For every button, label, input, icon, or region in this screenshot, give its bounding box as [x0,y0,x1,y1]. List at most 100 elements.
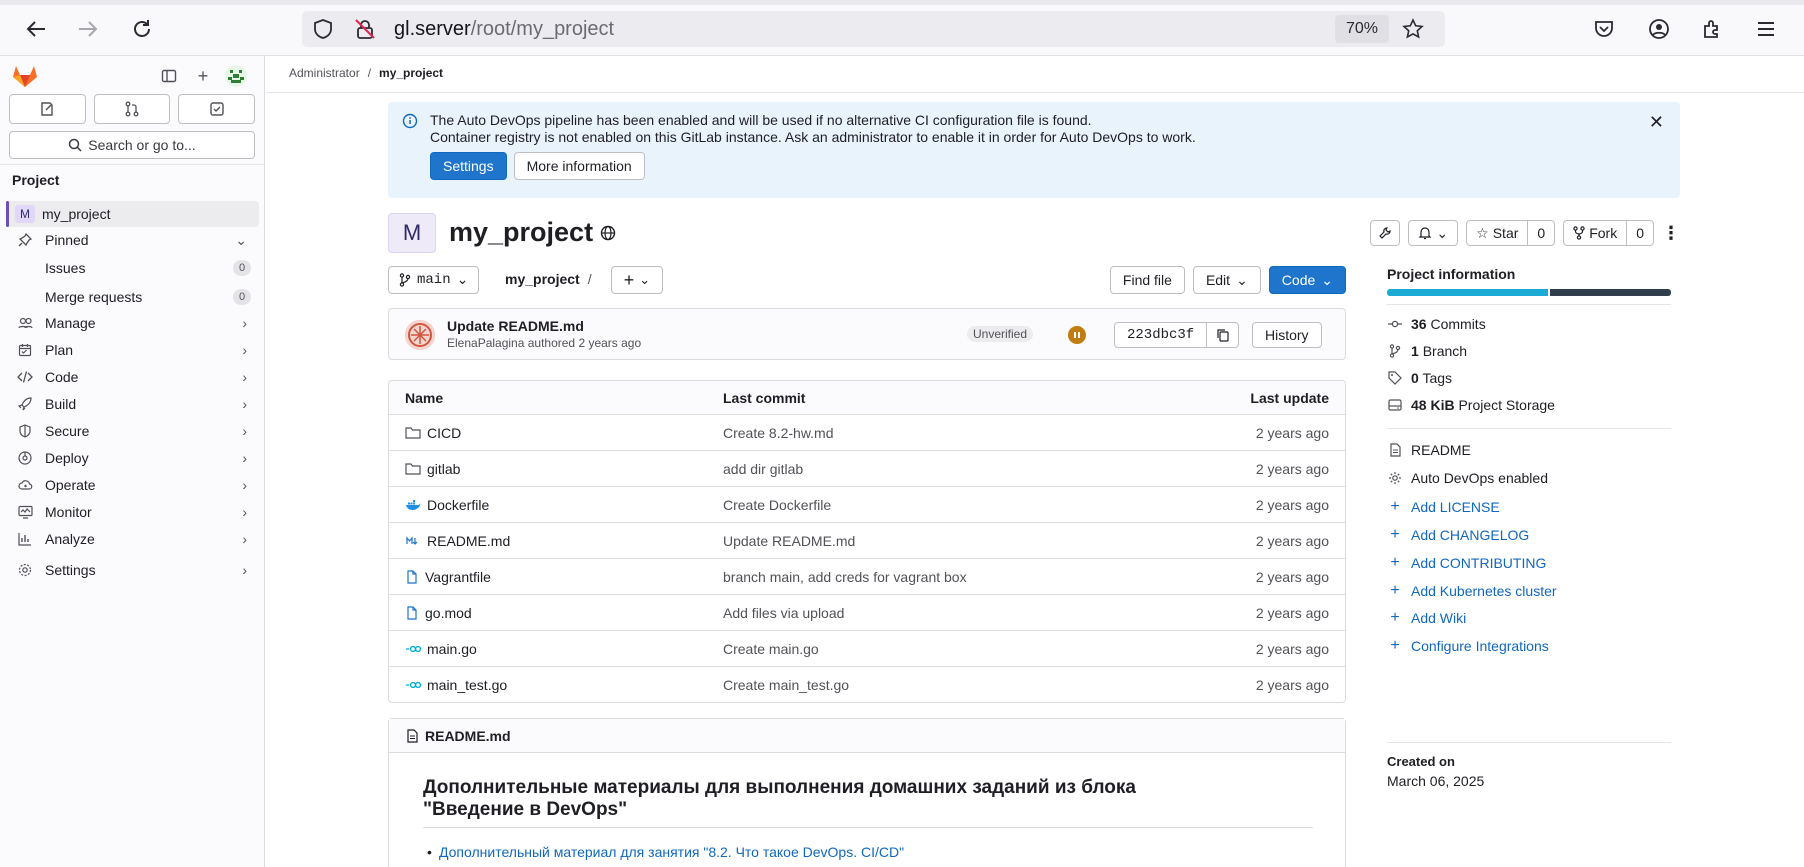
fork-count[interactable]: 0 [1626,221,1653,245]
more-actions-button[interactable]: ⋮ [1662,220,1680,246]
table-row[interactable]: main_test.go Create main_test.go 2 years a… [389,666,1345,702]
shield-tracking-icon[interactable] [312,18,334,40]
insecure-lock-icon[interactable] [354,18,376,40]
file-name-cell[interactable]: main.go [405,641,477,657]
file-last-commit[interactable]: branch main, add creds for vagrant box [723,569,967,585]
sidebar-item-deploy[interactable]: Deploy › [6,445,259,471]
user-avatar-button[interactable] [224,64,248,88]
history-button[interactable]: History [1252,322,1322,348]
search-button[interactable]: Search or go to... [9,131,255,159]
readme-link-sidebar[interactable]: README [1387,442,1471,458]
sidebar-item-project[interactable]: M my_project [6,201,259,227]
info-link-add-changelog[interactable]: + Add CHANGELOG [1387,526,1529,544]
file-name-cell[interactable]: README.md [405,533,510,549]
add-to-tree-dropdown[interactable]: + ⌄ [611,266,663,294]
file-last-commit[interactable]: Create Dockerfile [723,497,831,513]
todo-list-button[interactable] [178,94,256,124]
commit-sha[interactable]: 223dbc3f [1115,323,1206,347]
info-link-add-license[interactable]: + Add LICENSE [1387,498,1499,516]
star-button[interactable]: ☆ Star [1467,221,1527,245]
file-name-cell[interactable]: Dockerfile [405,497,489,513]
file-name-cell[interactable]: CICD [405,425,461,441]
unverified-badge[interactable]: Unverified [967,326,1034,342]
storage-link[interactable]: 48 KiB Project Storage [1387,397,1555,413]
file-last-commit[interactable]: add dir gitlab [723,461,803,477]
author-avatar[interactable] [405,320,435,350]
sidebar-item-merge-requests[interactable]: Merge requests 0 [6,284,259,310]
table-row[interactable]: Dockerfile Create Dockerfile 2 years ago [389,486,1345,522]
breadcrumb-current[interactable]: my_project [379,66,443,80]
close-alert-button[interactable]: ✕ [1649,112,1664,133]
table-row[interactable]: CICD Create 8.2-hw.md 2 years ago [389,414,1345,450]
file-name-cell[interactable]: go.mod [405,605,472,621]
create-new-button[interactable]: + [191,64,215,88]
account-button[interactable] [1644,14,1674,44]
find-file-button[interactable]: Find file [1109,266,1185,294]
file-name-cell[interactable]: gitlab [405,461,460,477]
admin-settings-button[interactable] [1370,220,1401,246]
table-row[interactable]: README.md Update README.md 2 years ago [389,522,1345,558]
zoom-level-badge[interactable]: 70% [1335,15,1389,43]
extensions-button[interactable] [1697,14,1727,44]
file-name-cell[interactable]: Vagrantfile [405,569,491,585]
code-dropdown[interactable]: Code ⌄ [1268,266,1346,294]
url-text[interactable]: gl.server/root/my_project [394,18,614,41]
sidebar-item-monitor[interactable]: Monitor › [6,499,259,525]
table-row[interactable]: go.mod Add files via upload 2 years ago [389,594,1345,630]
file-last-commit[interactable]: Create main_test.go [723,677,849,693]
forward-button[interactable] [72,14,104,44]
pocket-button[interactable] [1589,14,1619,44]
auto-devops-link[interactable]: Auto DevOps enabled [1387,470,1548,486]
table-row[interactable]: Vagrantfile branch main, add creds for va… [389,558,1345,594]
branches-link[interactable]: 1 Branch [1387,343,1467,359]
url-bar[interactable]: gl.server/root/my_project 70% [302,11,1445,47]
settings-button[interactable]: Settings [430,152,507,180]
info-link-add-wiki[interactable]: + Add Wiki [1387,609,1466,627]
sidebar-item-issues[interactable]: Issues 0 [6,255,259,281]
table-row[interactable]: main.go Create main.go 2 years ago [389,630,1345,666]
pipeline-status-icon[interactable] [1068,326,1086,344]
file-name-cell[interactable]: main_test.go [405,677,507,693]
assigned-issues-button[interactable] [9,94,86,124]
breadcrumb-parent[interactable]: Administrator [289,66,360,80]
sidebar-item-manage[interactable]: Manage › [6,310,259,336]
sidebar-item-build[interactable]: Build › [6,391,259,417]
file-last-commit[interactable]: Create 8.2-hw.md [723,425,834,441]
sidebar-item-plan[interactable]: Plan › [6,337,259,363]
back-button[interactable] [20,14,52,44]
info-link-configure-integrations[interactable]: + Configure Integrations [1387,637,1548,655]
file-last-commit[interactable]: Create main.go [723,641,819,657]
gitlab-logo[interactable] [12,64,38,93]
sidebar-item-analyze[interactable]: Analyze › [6,526,259,552]
reload-button[interactable] [126,14,158,44]
more-information-button[interactable]: More information [513,152,645,180]
merge-requests-button[interactable] [93,94,171,124]
sidebar-item-code[interactable]: Code › [6,364,259,390]
collapse-sidebar-button[interactable] [157,64,181,88]
repository-languages-bar[interactable] [1387,289,1671,296]
copy-sha-button[interactable] [1206,323,1238,347]
sidebar-item-secure[interactable]: Secure › [6,418,259,444]
table-row[interactable]: gitlab add dir gitlab 2 years ago [389,450,1345,486]
menu-button[interactable] [1751,14,1781,44]
sidebar-item-operate[interactable]: Operate › [6,472,259,498]
notifications-dropdown[interactable]: ⌄ [1408,220,1459,246]
edit-dropdown[interactable]: Edit ⌄ [1192,266,1261,294]
info-link-add-kubernetes-cluster[interactable]: + Add Kubernetes cluster [1387,582,1556,600]
fork-button[interactable]: Fork [1564,221,1626,245]
created-on-date: March 06, 2025 [1387,773,1485,789]
file-last-commit[interactable]: Update README.md [723,533,855,549]
sidebar-item-settings[interactable]: Settings › [6,557,259,583]
repo-path[interactable]: my_project / [505,271,592,287]
bookmark-star-icon[interactable] [1402,18,1424,40]
star-count[interactable]: 0 [1527,221,1554,245]
file-last-commit[interactable]: Add files via upload [723,605,844,621]
sidebar-item-pinned[interactable]: Pinned ⌄ [6,227,259,253]
info-link-add-contributing[interactable]: + Add CONTRIBUTING [1387,554,1546,572]
commits-link[interactable]: 36 Commits [1387,316,1486,332]
readme-filename[interactable]: README.md [425,728,511,744]
readme-link[interactable]: Дополнительный материал для занятия "8.2… [427,844,904,860]
tags-link[interactable]: 0 Tags [1387,370,1452,386]
branch-selector[interactable]: main ⌄ [388,266,480,294]
commit-title[interactable]: Update README.md [447,318,584,334]
